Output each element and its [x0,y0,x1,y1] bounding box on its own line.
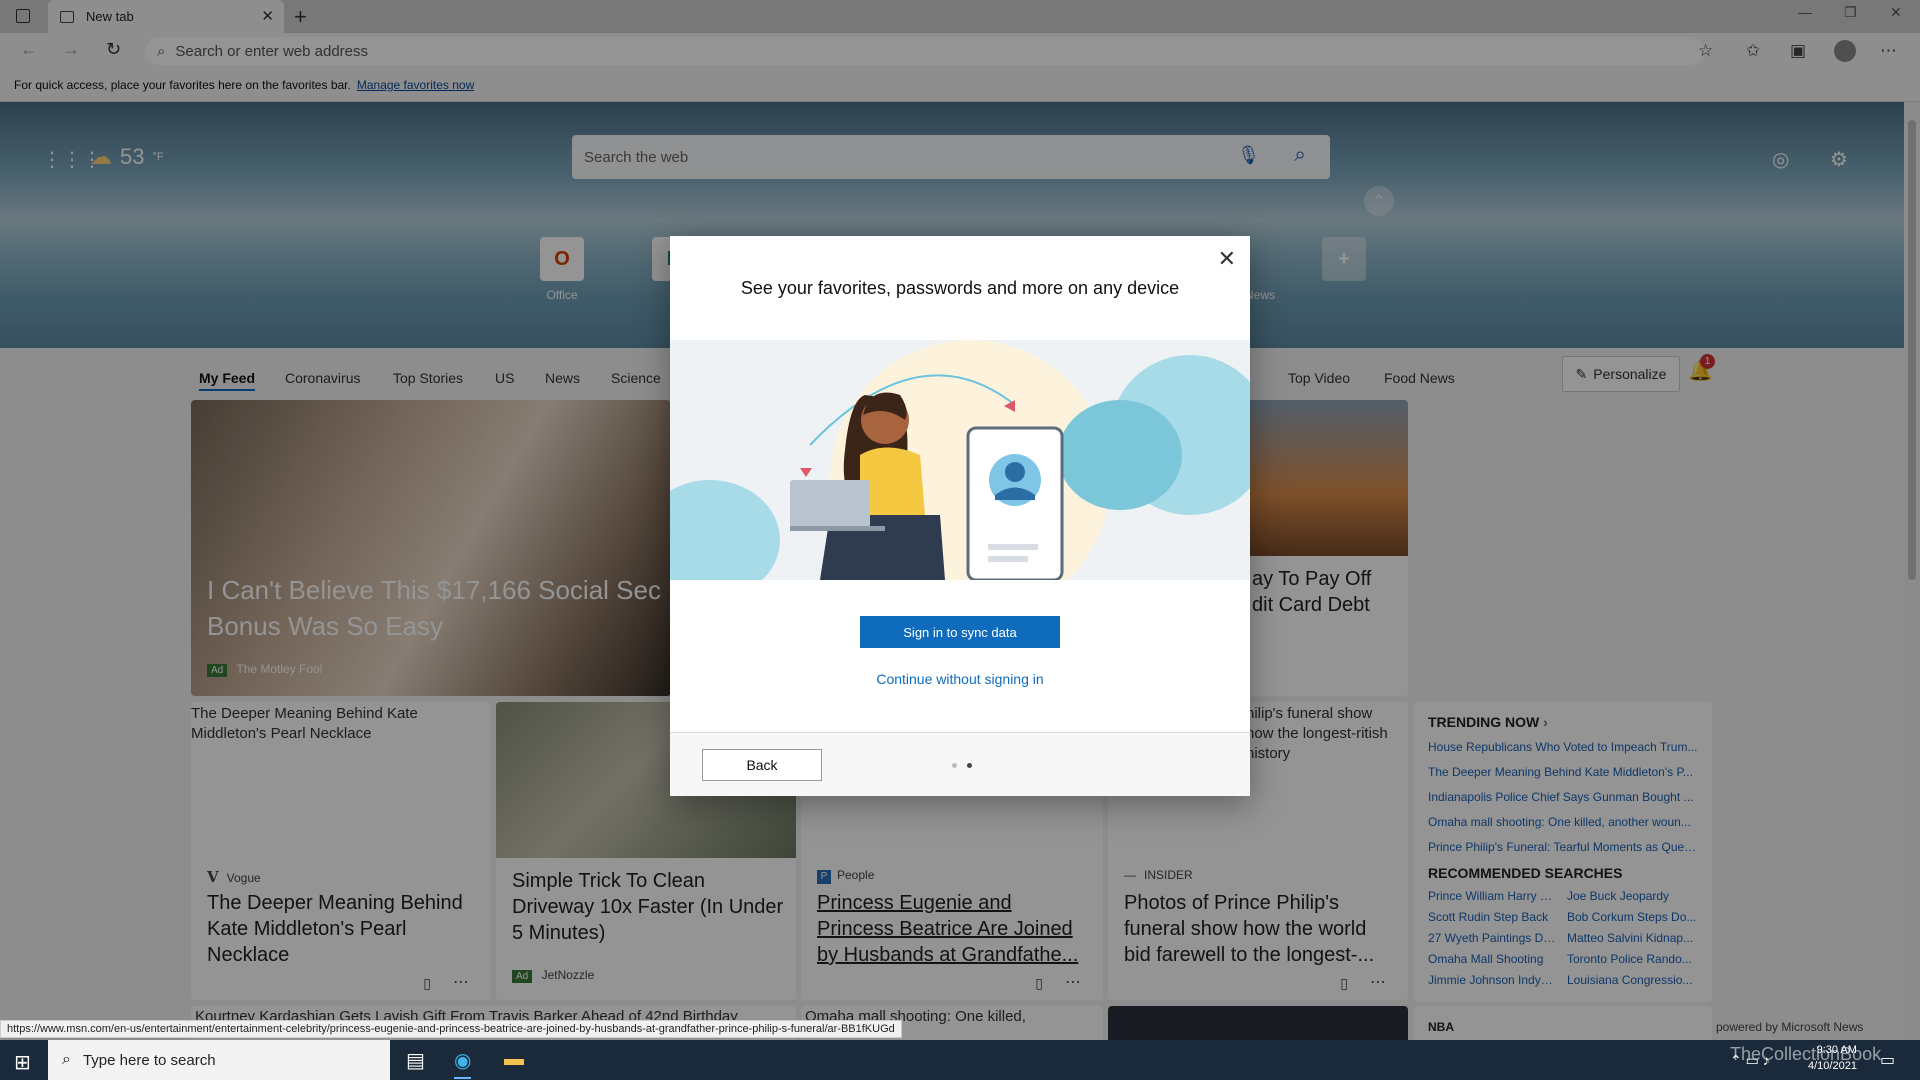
search-icon: ⌕ [62,1051,71,1068]
edge-browser-icon[interactable]: ◉ [454,1048,472,1079]
action-center-icon[interactable]: ▭ [1880,1050,1895,1070]
taskbar-search-input[interactable]: ⌕ Type here to search [48,1040,390,1080]
file-explorer-icon[interactable]: ▬ [504,1048,524,1071]
watermark-text: TheCollectionBook [1730,1044,1882,1064]
continue-without-signing-in-link[interactable]: Continue without signing in [670,671,1250,687]
dialog-title: See your favorites, passwords and more o… [740,278,1180,298]
sync-illustration-svg [670,340,1250,580]
page-indicator [952,763,972,768]
close-icon[interactable]: ✕ [1218,246,1236,272]
taskbar-search-placeholder: Type here to search [82,1051,216,1069]
windows-start-icon[interactable]: ⊞ [14,1050,31,1075]
page-dot-active [967,763,972,768]
task-view-icon[interactable]: ▤ [406,1048,425,1073]
windows-taskbar: ⊞ ⌕ Type here to search ▤ ◉ ▬ ⌃ ▭ ♪ 9:30… [0,1040,1920,1080]
back-button[interactable]: Back [702,749,822,781]
sync-illustration [670,340,1250,580]
page-dot [952,763,957,768]
sync-signin-dialog: ✕ See your favorites, passwords and more… [670,236,1250,796]
status-bar-url: https://www.msn.com/en-us/entertainment/… [0,1020,902,1038]
sign-in-to-sync-button[interactable]: Sign in to sync data [860,616,1060,648]
dialog-footer: Back [670,732,1250,796]
